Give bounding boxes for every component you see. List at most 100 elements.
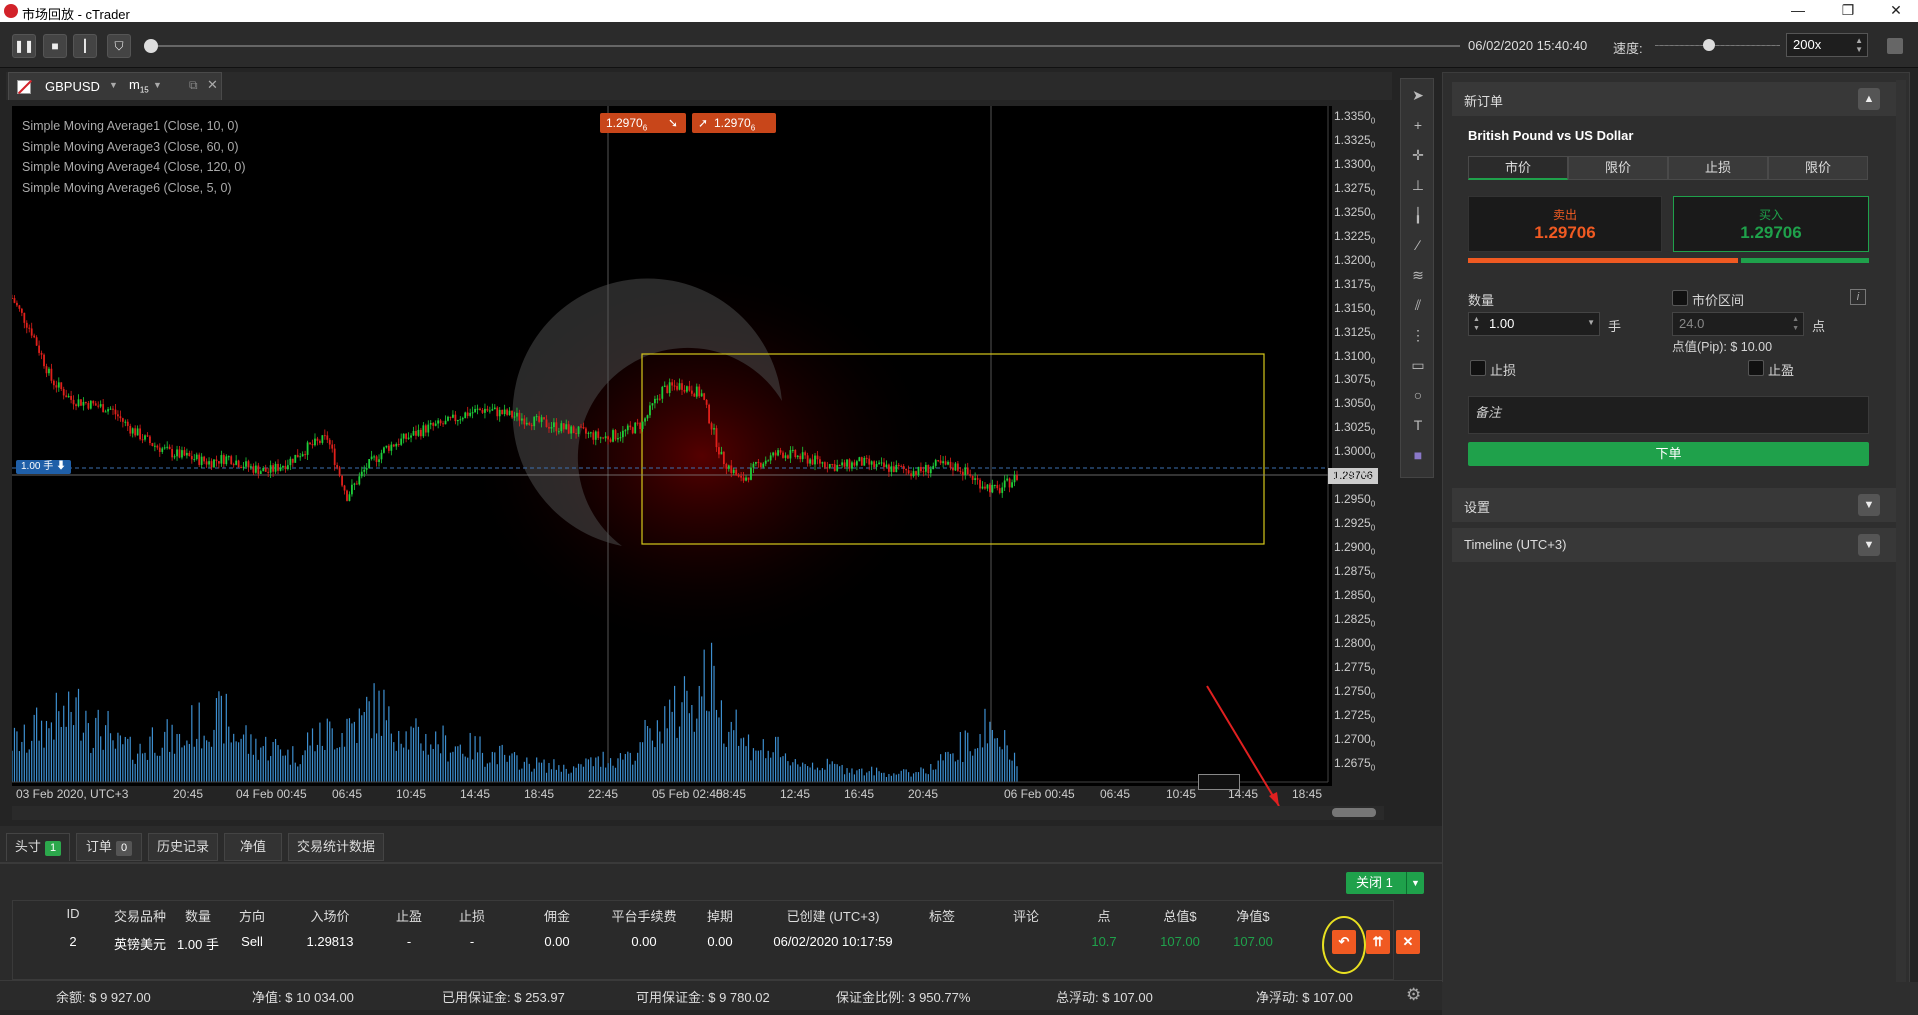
qty-dropdown-icon[interactable]: ▼ bbox=[1587, 318, 1595, 327]
column-header[interactable]: 佣金 bbox=[536, 906, 578, 925]
maximize-button[interactable]: ❐ bbox=[1828, 0, 1868, 22]
stoploss-checkbox[interactable] bbox=[1470, 360, 1486, 376]
quick-buy-button[interactable]: ➚ 1.29706 bbox=[692, 113, 776, 133]
info-icon[interactable]: i bbox=[1850, 289, 1866, 305]
candle-body bbox=[200, 456, 203, 465]
candle-body bbox=[949, 461, 952, 468]
settings-header[interactable]: 设置 ▼ bbox=[1452, 488, 1904, 522]
cursor-icon[interactable]: ➤ bbox=[1410, 87, 1426, 103]
chart-scroll-thumb[interactable] bbox=[1332, 808, 1376, 817]
speed-slider-knob[interactable] bbox=[1703, 39, 1715, 51]
column-header[interactable]: 平台手续费 bbox=[606, 906, 682, 925]
total-float: 总浮动: $ 107.00 bbox=[1056, 990, 1153, 1005]
range-checkbox[interactable] bbox=[1672, 290, 1688, 306]
rectangle-icon[interactable]: ▭ bbox=[1410, 357, 1426, 373]
fibonacci-icon[interactable]: ≋ bbox=[1410, 267, 1426, 283]
expand-down-icon[interactable]: ▼ bbox=[1858, 534, 1880, 556]
tab-positions[interactable]: 头寸 1 bbox=[6, 833, 70, 861]
close-position-icon[interactable]: ✕ bbox=[1396, 930, 1420, 954]
sell-button[interactable]: 卖出 1.29706 bbox=[1468, 196, 1662, 252]
tab-orders[interactable]: 订单 0 bbox=[76, 833, 142, 861]
stepper-icon[interactable]: ▲ ▼ bbox=[1473, 315, 1480, 333]
tab-market[interactable]: 市价 bbox=[1468, 156, 1568, 180]
gear-icon[interactable]: ⚙ bbox=[1406, 985, 1421, 1005]
chart-scrollbar[interactable] bbox=[12, 806, 1384, 820]
stop-icon[interactable]: ■ bbox=[43, 34, 67, 58]
position-marker[interactable]: 1.00 手 ⬇ bbox=[16, 460, 72, 474]
candle-body bbox=[952, 467, 954, 471]
minimize-button[interactable]: — bbox=[1778, 0, 1818, 22]
column-header[interactable]: 标签 bbox=[920, 906, 964, 925]
shield-icon[interactable]: ⛉ bbox=[107, 34, 131, 58]
pause-icon[interactable]: ❚❚ bbox=[12, 34, 36, 58]
symbol-dropdown-icon[interactable]: ▼ bbox=[109, 80, 118, 90]
cross-icon[interactable]: ✛ bbox=[1410, 147, 1426, 163]
pitchfork-icon[interactable]: ⫽ bbox=[1410, 297, 1426, 313]
column-header[interactable]: 已创建 (UTC+3) bbox=[772, 906, 894, 925]
reverse-position-icon[interactable]: ↶ bbox=[1332, 930, 1356, 954]
timeframe-dropdown-icon[interactable]: ▼ bbox=[153, 80, 162, 90]
column-header[interactable]: 止盈 bbox=[386, 906, 432, 925]
speed-slider-track[interactable] bbox=[1655, 45, 1780, 46]
indicator-item[interactable]: Simple Moving Average3 (Close, 60, 0) bbox=[22, 137, 246, 158]
range-input[interactable]: 24.0 ▲ ▼ bbox=[1672, 312, 1804, 336]
timeframe-label[interactable]: m15 bbox=[129, 77, 149, 95]
quick-sell-button[interactable]: 1.29706 ➘ bbox=[600, 113, 686, 133]
candle-body bbox=[641, 421, 644, 429]
chart-tab-gbpusd[interactable]: GBPUSD ▼ m15 ▼ ⧉ ✕ bbox=[8, 72, 222, 100]
takeprofit-checkbox[interactable] bbox=[1748, 360, 1764, 376]
collapse-up-icon[interactable]: ▲ bbox=[1858, 88, 1880, 110]
replay-progress-knob[interactable] bbox=[144, 39, 158, 53]
tab-limit[interactable]: 限价 bbox=[1568, 156, 1668, 180]
ray-icon[interactable]: ∕ bbox=[1410, 237, 1426, 253]
tab-equity[interactable]: 净值 bbox=[224, 833, 282, 861]
indicator-item[interactable]: Simple Moving Average1 (Close, 10, 0) bbox=[22, 116, 246, 137]
column-header[interactable]: 掉期 bbox=[700, 906, 740, 925]
column-header[interactable]: 净值$ bbox=[1228, 906, 1278, 925]
stepper-icon[interactable]: ▲ ▼ bbox=[1792, 315, 1799, 333]
column-header[interactable]: 总值$ bbox=[1156, 906, 1204, 925]
close-all-button[interactable]: 关闭 1 ▼ bbox=[1346, 872, 1424, 894]
indicator-item[interactable]: Simple Moving Average6 (Close, 5, 0) bbox=[22, 178, 246, 199]
qty-input[interactable]: 1.00 ▲ ▼ ▼ bbox=[1468, 312, 1600, 336]
text-icon[interactable]: T bbox=[1410, 417, 1426, 433]
tab-statistics[interactable]: 交易统计数据 bbox=[288, 833, 384, 861]
column-header[interactable]: 交易品种 bbox=[108, 906, 172, 925]
grid-icon[interactable]: ⋮ bbox=[1410, 327, 1426, 343]
speed-select[interactable]: 200x ▲ ▼ bbox=[1786, 33, 1868, 57]
place-order-button[interactable]: 下单 bbox=[1468, 442, 1869, 466]
neworder-header[interactable]: 新订单 ▲ bbox=[1452, 82, 1904, 116]
timeline-header[interactable]: Timeline (UTC+3) ▼ bbox=[1452, 528, 1904, 562]
right-scrollbar[interactable] bbox=[1896, 80, 1906, 1000]
tab-history[interactable]: 历史记录 bbox=[148, 833, 218, 861]
crosshair-icon[interactable]: + bbox=[1410, 117, 1426, 133]
replay-progress-track[interactable] bbox=[150, 45, 1460, 47]
color-icon[interactable]: ■ bbox=[1410, 447, 1426, 463]
column-header[interactable]: 止损 bbox=[448, 906, 496, 925]
indicator-item[interactable]: Simple Moving Average4 (Close, 120, 0) bbox=[22, 157, 246, 178]
expand-down-icon[interactable]: ▼ bbox=[1858, 494, 1880, 516]
column-header[interactable]: 评论 bbox=[1000, 906, 1052, 925]
column-header[interactable]: ID bbox=[58, 906, 88, 921]
volume-bar bbox=[550, 769, 553, 782]
trendline-icon[interactable]: ⊥ bbox=[1410, 177, 1426, 193]
note-input[interactable]: 备注 bbox=[1468, 396, 1869, 434]
layout-icon[interactable] bbox=[1887, 38, 1903, 54]
column-header[interactable]: 数量 bbox=[176, 906, 220, 925]
close-tab-icon[interactable]: ✕ bbox=[207, 77, 218, 93]
column-header[interactable]: 入场价 bbox=[292, 906, 368, 925]
column-header[interactable]: 方向 bbox=[232, 906, 272, 925]
tab-stop[interactable]: 止损 bbox=[1668, 156, 1768, 180]
time-tick: 04 Feb 00:45 bbox=[236, 787, 307, 801]
circle-icon[interactable]: ○ bbox=[1410, 387, 1426, 403]
tab-stop-limit[interactable]: 限价 bbox=[1768, 156, 1868, 180]
vertical-line-icon[interactable]: ╽ bbox=[1410, 207, 1426, 223]
detach-icon[interactable]: ⧉ bbox=[189, 78, 198, 93]
price-chart[interactable] bbox=[12, 106, 1392, 826]
volume-bar bbox=[917, 772, 920, 782]
buy-button[interactable]: 买入 1.29706 bbox=[1673, 196, 1869, 252]
column-header[interactable]: 点 bbox=[1086, 906, 1122, 925]
close-window-button[interactable]: ✕ bbox=[1876, 0, 1916, 22]
candle-step-icon[interactable]: ┃ bbox=[73, 34, 97, 58]
double-position-icon[interactable]: ⇈ bbox=[1366, 930, 1390, 954]
